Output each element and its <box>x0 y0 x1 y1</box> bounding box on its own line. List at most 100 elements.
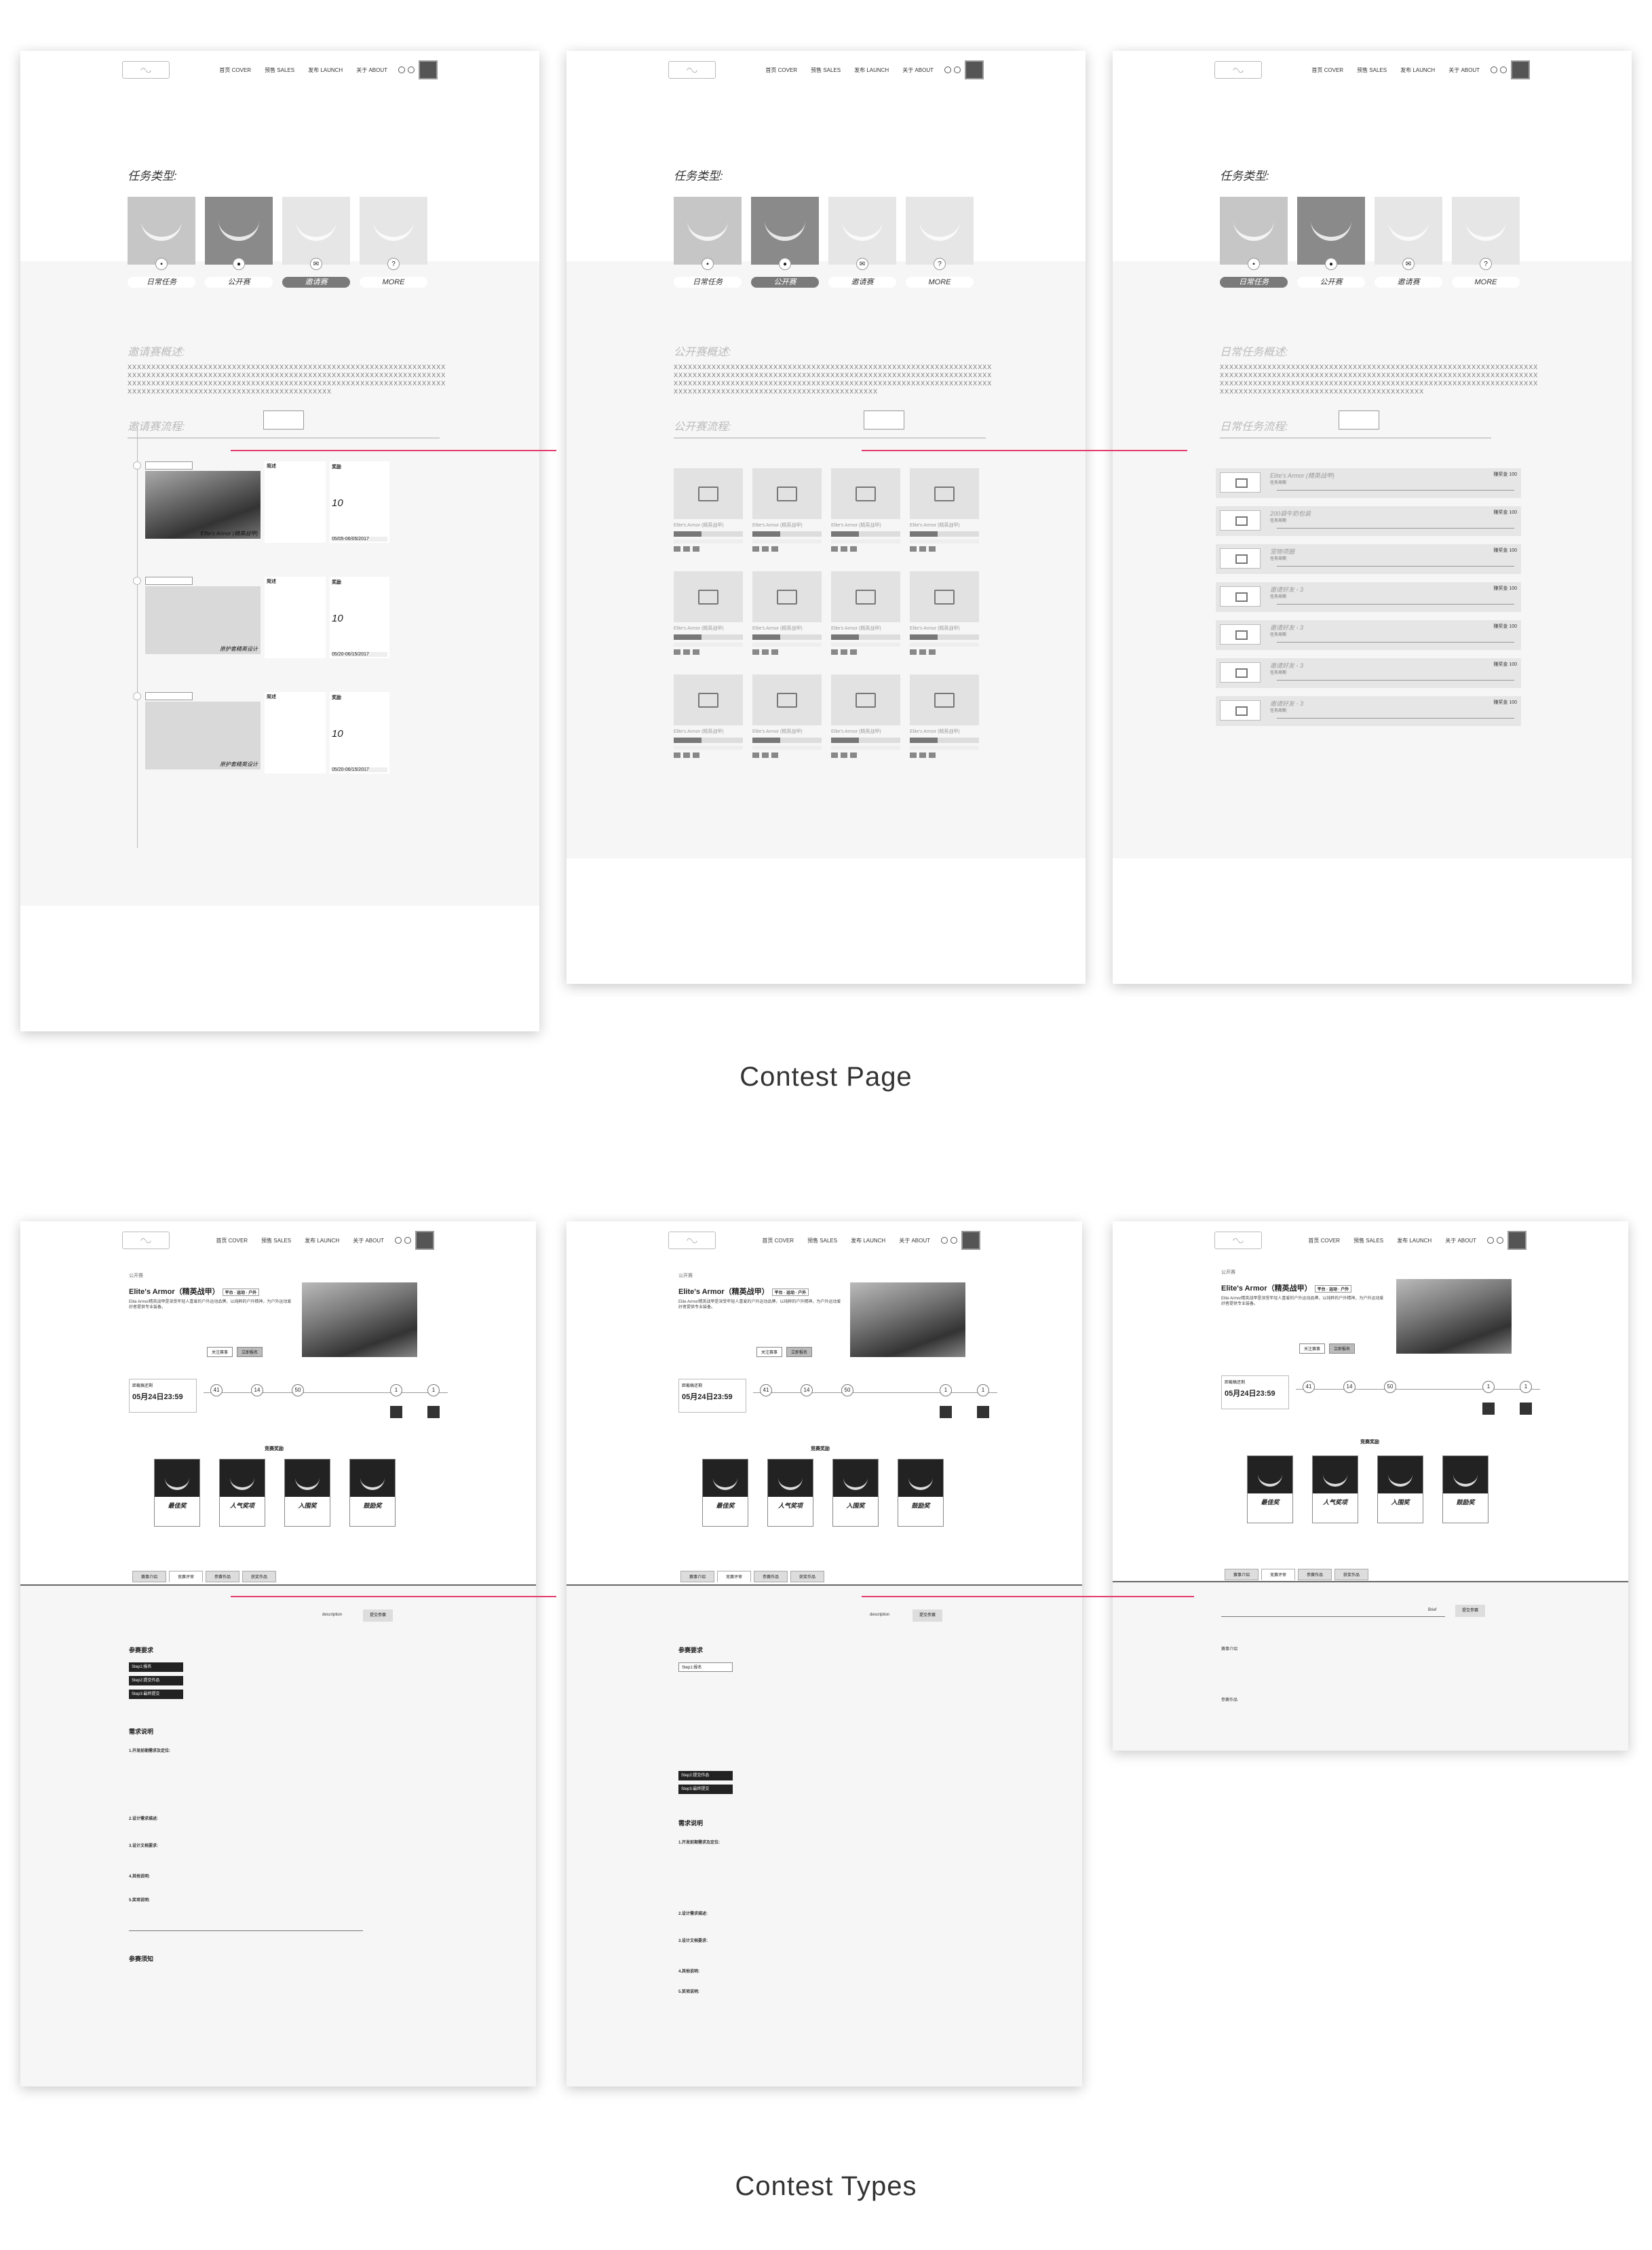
nav-link-cover[interactable]: 首页 COVER <box>216 1238 248 1244</box>
follow-button[interactable]: 关注赛事 <box>207 1347 233 1357</box>
type-card-public[interactable]: ● 公开赛 <box>1297 197 1365 288</box>
work-card[interactable]: Elite's Armor (精英战甲) <box>910 571 979 666</box>
breadcrumb[interactable]: 公开赛 <box>678 1272 841 1279</box>
tab-entries[interactable]: 参赛作品 <box>1298 1569 1332 1580</box>
breadcrumb[interactable]: 公开赛 <box>1221 1269 1384 1276</box>
type-card-more[interactable]: ? MORE <box>1452 197 1520 288</box>
submit-entry-button[interactable]: 提交参赛 <box>1455 1605 1486 1617</box>
work-card[interactable]: Elite's Armor (精英战甲) <box>910 674 979 769</box>
nav-link-about[interactable]: 关于 ABOUT <box>356 67 387 73</box>
nav-link-launch[interactable]: 发布 LAUNCH <box>851 1238 885 1244</box>
submit-entry-button[interactable]: 提交参赛 <box>363 1609 393 1622</box>
brand-logo[interactable]: ◠◡ <box>668 61 716 79</box>
tab-review[interactable]: 竞赛评审 <box>717 1571 752 1582</box>
tab-intro[interactable]: 赛事介绍 <box>1225 1569 1259 1580</box>
brand-logo[interactable]: ◠◡ <box>1214 1232 1262 1249</box>
work-card[interactable]: Elite's Armor (精英战甲) <box>674 674 743 769</box>
nav-link-cover[interactable]: 首页 COVER <box>765 67 797 73</box>
tab-winners[interactable]: 获奖作品 <box>1334 1569 1369 1580</box>
tab-intro[interactable]: 赛事介绍 <box>132 1571 167 1582</box>
step-pill[interactable]: Step3:最终提交 <box>129 1690 183 1699</box>
avatar[interactable] <box>965 60 984 79</box>
submit-entry-button[interactable]: 提交参赛 <box>913 1609 943 1622</box>
nav-link-launch[interactable]: 发布 LAUNCH <box>305 1238 339 1244</box>
nav-link-launch[interactable]: 发布 LAUNCH <box>854 67 889 73</box>
search-icon[interactable] <box>1487 1237 1494 1244</box>
entry-photo[interactable]: Elite's Armor (精英战甲) <box>145 471 261 539</box>
breadcrumb[interactable]: 公开赛 <box>129 1272 292 1279</box>
type-card-invite[interactable]: ✉ 邀请赛 <box>282 197 350 288</box>
signup-button[interactable]: 立即报名 <box>1329 1343 1356 1354</box>
message-icon[interactable] <box>408 66 415 73</box>
tab-intro[interactable]: 赛事介绍 <box>680 1571 715 1582</box>
nav-link-cover[interactable]: 首页 COVER <box>219 67 251 73</box>
work-card[interactable]: Elite's Armor (精英战甲) <box>910 468 979 563</box>
nav-link-sales[interactable]: 预售 SALES <box>807 1238 837 1244</box>
work-card[interactable]: Elite's Armor (精英战甲) <box>831 571 900 666</box>
step-pill[interactable]: Step3:最终提交 <box>678 1785 733 1794</box>
entry-photo[interactable]: 原护套精英设计 <box>145 702 261 769</box>
avatar[interactable] <box>1507 1231 1526 1250</box>
nav-link-launch[interactable]: 发布 LAUNCH <box>308 67 343 73</box>
nav-link-cover[interactable]: 首页 COVER <box>762 1238 794 1244</box>
nav-link-sales[interactable]: 预售 SALES <box>811 67 841 73</box>
follow-button[interactable]: 关注赛事 <box>1299 1343 1326 1354</box>
type-card-invite[interactable]: ✉ 邀请赛 <box>828 197 896 288</box>
message-icon[interactable] <box>404 1237 411 1244</box>
nav-link-launch[interactable]: 发布 LAUNCH <box>1400 67 1435 73</box>
task-row[interactable]: 邀请好友 - 3 任务周期 赚奖金 100 <box>1216 620 1521 650</box>
task-row[interactable]: 200袋牛奶包装 任务周期 赚奖金 100 <box>1216 506 1521 536</box>
tab-winners[interactable]: 获奖作品 <box>242 1571 277 1582</box>
contest-entry[interactable]: 原护套精英设计 简述 奖励 10 05/20-06/15/2017 <box>133 692 408 780</box>
signup-button[interactable]: 立即报名 <box>237 1347 263 1357</box>
work-card[interactable]: Elite's Armor (精英战甲) <box>674 571 743 666</box>
step-pill[interactable]: Step2:提交作品 <box>678 1771 733 1780</box>
contest-entry[interactable]: 原护套精英设计 简述 奖励 10 05/20-06/15/2017 <box>133 577 408 665</box>
task-row[interactable]: 邀请好友 - 3 任务周期 赚奖金 100 <box>1216 696 1521 726</box>
task-row[interactable]: 宠物项圈 任务周期 赚奖金 100 <box>1216 544 1521 574</box>
work-card[interactable]: Elite's Armor (精英战甲) <box>831 468 900 563</box>
nav-link-about[interactable]: 关于 ABOUT <box>902 67 934 73</box>
brand-logo[interactable]: ◠◡ <box>122 61 170 79</box>
message-icon[interactable] <box>1497 1237 1503 1244</box>
nav-link-about[interactable]: 关于 ABOUT <box>353 1238 384 1244</box>
nav-link-about[interactable]: 关于 ABOUT <box>1448 67 1480 73</box>
brand-logo[interactable]: ◠◡ <box>1214 61 1262 79</box>
nav-link-sales[interactable]: 预售 SALES <box>265 67 294 73</box>
search-icon[interactable] <box>395 1237 402 1244</box>
avatar[interactable] <box>1511 60 1530 79</box>
tab-entries[interactable]: 参赛作品 <box>754 1571 788 1582</box>
nav-link-sales[interactable]: 预售 SALES <box>1357 67 1387 73</box>
task-row[interactable]: 邀请好友 - 3 任务周期 赚奖金 100 <box>1216 658 1521 688</box>
avatar[interactable] <box>419 60 438 79</box>
tab-winners[interactable]: 获奖作品 <box>790 1571 825 1582</box>
message-icon[interactable] <box>1500 66 1507 73</box>
nav-link-sales[interactable]: 预售 SALES <box>1353 1238 1383 1244</box>
brand-logo[interactable]: ◠◡ <box>122 1232 170 1249</box>
signup-button[interactable]: 立即报名 <box>786 1347 813 1357</box>
step-pill[interactable]: Step1:报名 <box>678 1662 733 1672</box>
nav-link-sales[interactable]: 预售 SALES <box>261 1238 291 1244</box>
brand-logo[interactable]: ◠◡ <box>668 1232 716 1249</box>
step-pill[interactable]: Step1:报名 <box>129 1662 183 1672</box>
avatar[interactable] <box>961 1231 980 1250</box>
tab-review[interactable]: 竞赛评审 <box>1261 1569 1296 1580</box>
message-icon[interactable] <box>950 1237 957 1244</box>
avatar[interactable] <box>415 1231 434 1250</box>
contest-entry[interactable]: Elite's Armor (精英战甲) 简述 奖励 10 05/05-06/05/… <box>133 461 408 550</box>
nav-link-about[interactable]: 关于 ABOUT <box>899 1238 930 1244</box>
message-icon[interactable] <box>954 66 961 73</box>
tab-entries[interactable]: 参赛作品 <box>206 1571 240 1582</box>
work-card[interactable]: Elite's Armor (精英战甲) <box>752 571 822 666</box>
step-pill[interactable]: Step2:提交作品 <box>129 1676 183 1685</box>
nav-link-cover[interactable]: 首页 COVER <box>1308 1238 1340 1244</box>
search-icon[interactable] <box>1491 66 1497 73</box>
nav-link-about[interactable]: 关于 ABOUT <box>1445 1238 1476 1244</box>
type-card-public[interactable]: ● 公开赛 <box>205 197 273 288</box>
search-icon[interactable] <box>944 66 951 73</box>
type-card-more[interactable]: ? MORE <box>360 197 427 288</box>
type-card-invite[interactable]: ✉ 邀请赛 <box>1375 197 1442 288</box>
type-card-daily[interactable]: ▪ 日常任务 <box>674 197 742 288</box>
type-card-more[interactable]: ? MORE <box>906 197 974 288</box>
task-row[interactable]: 邀请好友 - 3 任务周期 赚奖金 100 <box>1216 582 1521 612</box>
